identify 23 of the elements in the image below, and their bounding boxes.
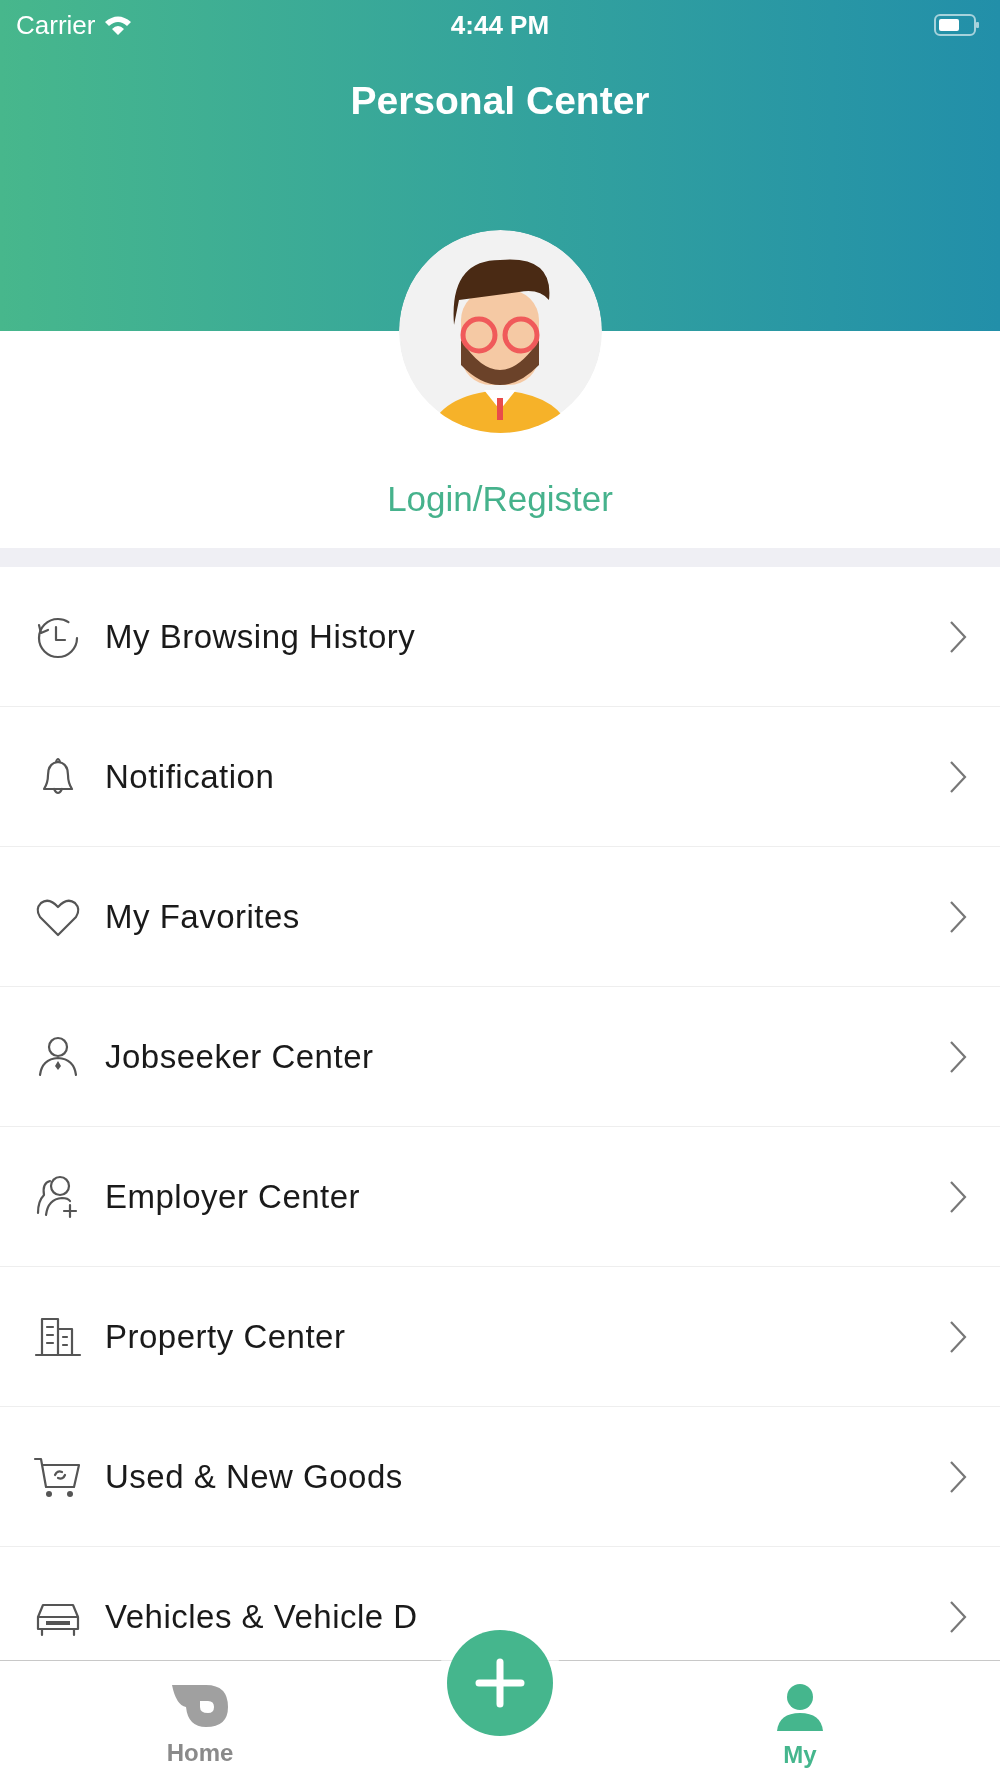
- chevron-right-icon: [948, 759, 968, 794]
- chevron-right-icon: [948, 899, 968, 934]
- plus-icon: [475, 1658, 525, 1708]
- menu-label: My Favorites: [105, 896, 301, 937]
- person-icon: [775, 1683, 825, 1731]
- chevron-right-icon: [948, 1319, 968, 1354]
- home-logo-icon: [170, 1683, 230, 1729]
- menu-label: Employer Center: [105, 1176, 362, 1217]
- carrier-label: Carrier: [16, 8, 96, 42]
- menu-label: Vehicles & Vehicle D: [105, 1596, 419, 1637]
- chevron-right-icon: [948, 619, 968, 654]
- chevron-right-icon: [948, 1599, 968, 1634]
- menu-label: Jobseeker Center: [105, 1036, 375, 1077]
- battery-icon: [934, 13, 980, 37]
- chevron-right-icon: [948, 1459, 968, 1494]
- chevron-right-icon: [948, 1039, 968, 1074]
- menu-label: Used & New Goods: [105, 1456, 404, 1497]
- menu-label: My Browsing History: [105, 616, 417, 657]
- chevron-right-icon: [948, 1179, 968, 1214]
- menu-label: Property Center: [105, 1316, 347, 1357]
- clock-time: 4:44 PM: [450, 8, 550, 42]
- page-title: Personal Center: [350, 78, 650, 124]
- menu-label: Notification: [105, 756, 276, 797]
